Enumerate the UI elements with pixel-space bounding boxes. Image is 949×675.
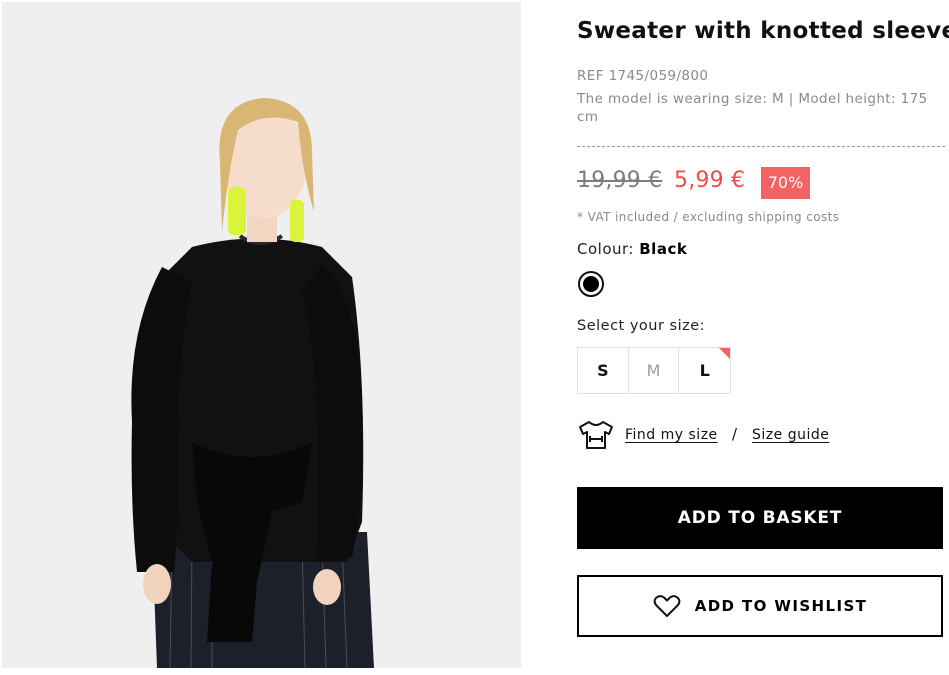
size-option-l-label: L xyxy=(699,361,710,380)
swatch-dot xyxy=(583,276,599,292)
add-to-basket-button[interactable]: ADD TO BASKET xyxy=(577,487,943,549)
colour-label: Colour: Black xyxy=(577,240,687,258)
last-units-corner-icon xyxy=(719,348,730,359)
size-option-m[interactable]: M xyxy=(628,348,680,393)
vat-note: * VAT included / excluding shipping cost… xyxy=(577,210,840,224)
colour-swatch-black[interactable] xyxy=(578,271,604,297)
size-guide-link[interactable]: Size guide xyxy=(752,427,829,443)
discount-badge: 70% xyxy=(761,167,810,199)
size-option-s[interactable]: S xyxy=(578,348,629,393)
size-option-l[interactable]: L xyxy=(679,348,730,393)
product-ref: REF 1745/059/800 xyxy=(577,68,709,84)
product-info-panel: Sweater with knotted sleeves REF 1745/05… xyxy=(577,0,949,675)
heart-icon xyxy=(653,595,681,617)
model-size-info: The model is wearing size: M | Model hei… xyxy=(577,91,928,125)
size-help-row: Find my size / Size guide xyxy=(577,417,945,457)
original-price: 19,99 € xyxy=(577,168,663,193)
find-my-size-link[interactable]: Find my size xyxy=(625,427,718,443)
size-selector: S M L xyxy=(577,347,731,394)
colour-label-text: Colour: xyxy=(577,240,634,258)
product-image[interactable] xyxy=(2,2,521,668)
add-to-wishlist-button[interactable]: ADD TO WISHLIST xyxy=(577,575,943,637)
divider xyxy=(577,146,945,147)
sale-price: 5,99 € xyxy=(674,168,746,193)
selected-colour: Black xyxy=(639,240,688,258)
wishlist-label: ADD TO WISHLIST xyxy=(694,597,868,615)
model-illustration xyxy=(2,2,521,668)
tshirt-measure-icon xyxy=(579,421,613,449)
product-title: Sweater with knotted sleeves xyxy=(577,18,949,44)
size-label: Select your size: xyxy=(577,318,706,334)
link-separator: / xyxy=(732,425,738,443)
